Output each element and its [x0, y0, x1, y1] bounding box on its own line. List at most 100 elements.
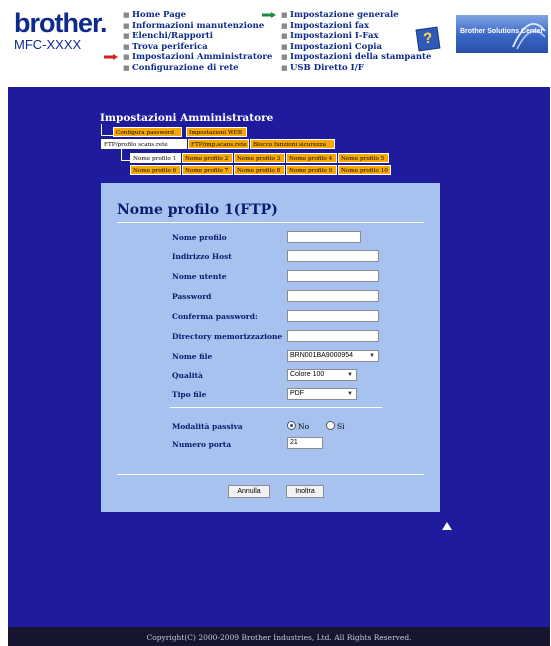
tab-configure-password[interactable]: Configura password: [113, 127, 182, 137]
port-input[interactable]: 21: [287, 437, 323, 449]
bullet-icon: ■: [281, 31, 288, 40]
passive-yes-label: Sì: [337, 422, 345, 431]
arrow-right-icon: [262, 12, 276, 18]
user-input[interactable]: [287, 270, 379, 282]
tab-profile-5[interactable]: Nome profilo 5: [338, 153, 389, 163]
nav-item-find-device[interactable]: ■ Trova periferica: [120, 42, 272, 53]
port-label: Numero porta: [172, 440, 232, 449]
tree-line: [121, 160, 130, 161]
footer: Copyright(C) 2000-2009 Brother Industrie…: [8, 627, 550, 646]
passive-no-radio[interactable]: No: [287, 421, 309, 431]
button-divider: [117, 474, 424, 475]
bullet-icon: ■: [123, 62, 130, 72]
file-name-value: BRN001BA9000954: [290, 352, 354, 359]
tab-profile-7[interactable]: Nome profilo 7: [182, 165, 233, 175]
bullet-icon: ■: [123, 52, 130, 61]
profile-name-label: Nome profilo: [172, 233, 227, 242]
bullet-icon: ■: [281, 20, 288, 30]
nav-item-copy-settings[interactable]: ■ Impostazioni Copia: [278, 42, 431, 53]
nav-item-label: Impostazioni I-Fax: [290, 31, 379, 41]
radio-unselected-icon: [326, 421, 335, 430]
tab-ftp-settings[interactable]: FTP/imp.scans.rete: [188, 139, 249, 149]
scroll-to-top-icon[interactable]: [442, 522, 452, 530]
nav-item-maintenance-info[interactable]: ■ Informazioni manutenzione: [120, 21, 272, 32]
nav-item-label: Impostazioni Copia: [290, 41, 383, 52]
file-type-value: PDF: [290, 390, 304, 397]
nav-item-fax-settings[interactable]: ■ Impostazioni fax: [278, 21, 431, 32]
chevron-down-icon: ▼: [347, 372, 353, 378]
password-label: Password: [172, 292, 212, 301]
tab-profile-2[interactable]: Nome profilo 2: [182, 153, 233, 163]
title-divider: [117, 222, 424, 223]
form-divider: [170, 407, 382, 408]
confirm-password-label: Conferma password:: [172, 312, 258, 321]
form-title: Nome profilo 1(FTP): [117, 202, 278, 218]
nav-item-label: Impostazione generale: [290, 10, 399, 20]
section-title: Impostazioni Amministratore: [100, 112, 274, 124]
nav-item-label: Impostazioni fax: [290, 20, 370, 31]
nav-item-label: USB Diretto I/F: [290, 62, 364, 73]
nav-item-home-page[interactable]: ■ Home Page: [120, 10, 272, 21]
passive-no-label: No: [298, 422, 310, 431]
tab-profile-4[interactable]: Nome profilo 4: [286, 153, 337, 163]
nav-item-label: Informazioni manutenzione: [132, 20, 265, 31]
file-type-select[interactable]: PDF ▼: [287, 388, 357, 400]
directory-input[interactable]: [287, 330, 379, 342]
bullet-icon: ■: [281, 62, 288, 72]
submit-button[interactable]: Inoltra: [286, 485, 324, 498]
file-type-label: Tipo file: [172, 390, 207, 399]
nav-item-general-setup[interactable]: ■ Impostazione generale: [262, 10, 431, 21]
quality-value: Colore 100: [290, 371, 325, 378]
bullet-icon: ■: [123, 41, 130, 51]
cancel-button[interactable]: Annulla: [228, 485, 270, 498]
copyright-text: Copyright(C) 2000-2009 Brother Industrie…: [146, 633, 412, 642]
tab-profile-8[interactable]: Nome profilo 8: [234, 165, 285, 175]
bullet-icon: ■: [281, 52, 288, 61]
bullet-icon: ■: [281, 41, 288, 51]
solutions-center-label: Brother Solutions Center: [460, 28, 544, 35]
quality-label: Qualità: [172, 371, 203, 380]
tab-ftp-profile[interactable]: FTP/profilo scans.rete: [101, 139, 187, 149]
solutions-center-banner[interactable]: Brother Solutions Center: [456, 15, 548, 53]
tab-profile-1[interactable]: Nome profilo 1: [130, 153, 181, 163]
nav-item-ifax-settings[interactable]: ■ Impostazioni I-Fax: [278, 31, 431, 42]
bullet-icon: ■: [123, 10, 130, 19]
directory-label: Directory memorizzazione: [172, 332, 283, 341]
tab-security-lock[interactable]: Blocco funzioni sicurezza: [250, 139, 335, 149]
password-input[interactable]: [287, 290, 379, 302]
bullet-icon: ■: [123, 20, 130, 30]
tree-line: [101, 135, 113, 136]
host-input[interactable]: [287, 250, 379, 262]
form-panel: [101, 183, 440, 512]
passive-yes-radio[interactable]: Sì: [326, 421, 345, 431]
nav-item-reports[interactable]: ■ Elenchi/Rapporti: [120, 31, 272, 42]
tab-profile-10[interactable]: Nome profilo 10: [338, 165, 391, 175]
tab-profile-3[interactable]: Nome profilo 3: [234, 153, 285, 163]
help-icon[interactable]: ?: [415, 26, 441, 52]
nav-item-printer-settings[interactable]: ■ Impostazioni della stampante: [278, 52, 431, 63]
nav-item-label: Impostazioni Amministratore: [132, 52, 273, 62]
user-label: Nome utente: [172, 272, 227, 281]
tab-profile-6[interactable]: Nome profilo 6: [130, 165, 181, 175]
nav-item-label: Trova periferica: [132, 41, 208, 52]
nav-item-usb-direct[interactable]: ■ USB Diretto I/F: [278, 63, 431, 74]
radio-selected-icon: [287, 421, 296, 430]
tab-profile-9[interactable]: Nome profilo 9: [286, 165, 337, 175]
nav-item-admin-settings[interactable]: ■ Impostazioni Amministratore: [104, 52, 273, 63]
chevron-down-icon: ▼: [347, 391, 353, 397]
confirm-password-input[interactable]: [287, 310, 379, 322]
nav-item-label: Elenchi/Rapporti: [132, 31, 213, 41]
tab-web-settings[interactable]: Impostazioni WEB: [186, 127, 247, 137]
file-name-select[interactable]: BRN001BA9000954 ▼: [287, 350, 379, 362]
bullet-icon: ■: [281, 10, 288, 19]
brother-logo: brother.: [14, 8, 108, 38]
nav-item-label: Configurazione di rete: [132, 62, 239, 73]
model-name: MFC-XXXX: [14, 37, 82, 52]
bullet-icon: ■: [123, 31, 130, 40]
profile-name-input[interactable]: [287, 231, 361, 243]
nav-item-label: Home Page: [132, 10, 187, 20]
arrow-right-icon: [104, 54, 118, 60]
nav-left: ■ Home Page ■ Informazioni manutenzione ■ E…: [104, 10, 273, 74]
quality-select[interactable]: Colore 100 ▼: [287, 369, 357, 381]
nav-item-network-config[interactable]: ■ Configurazione di rete: [120, 63, 272, 74]
